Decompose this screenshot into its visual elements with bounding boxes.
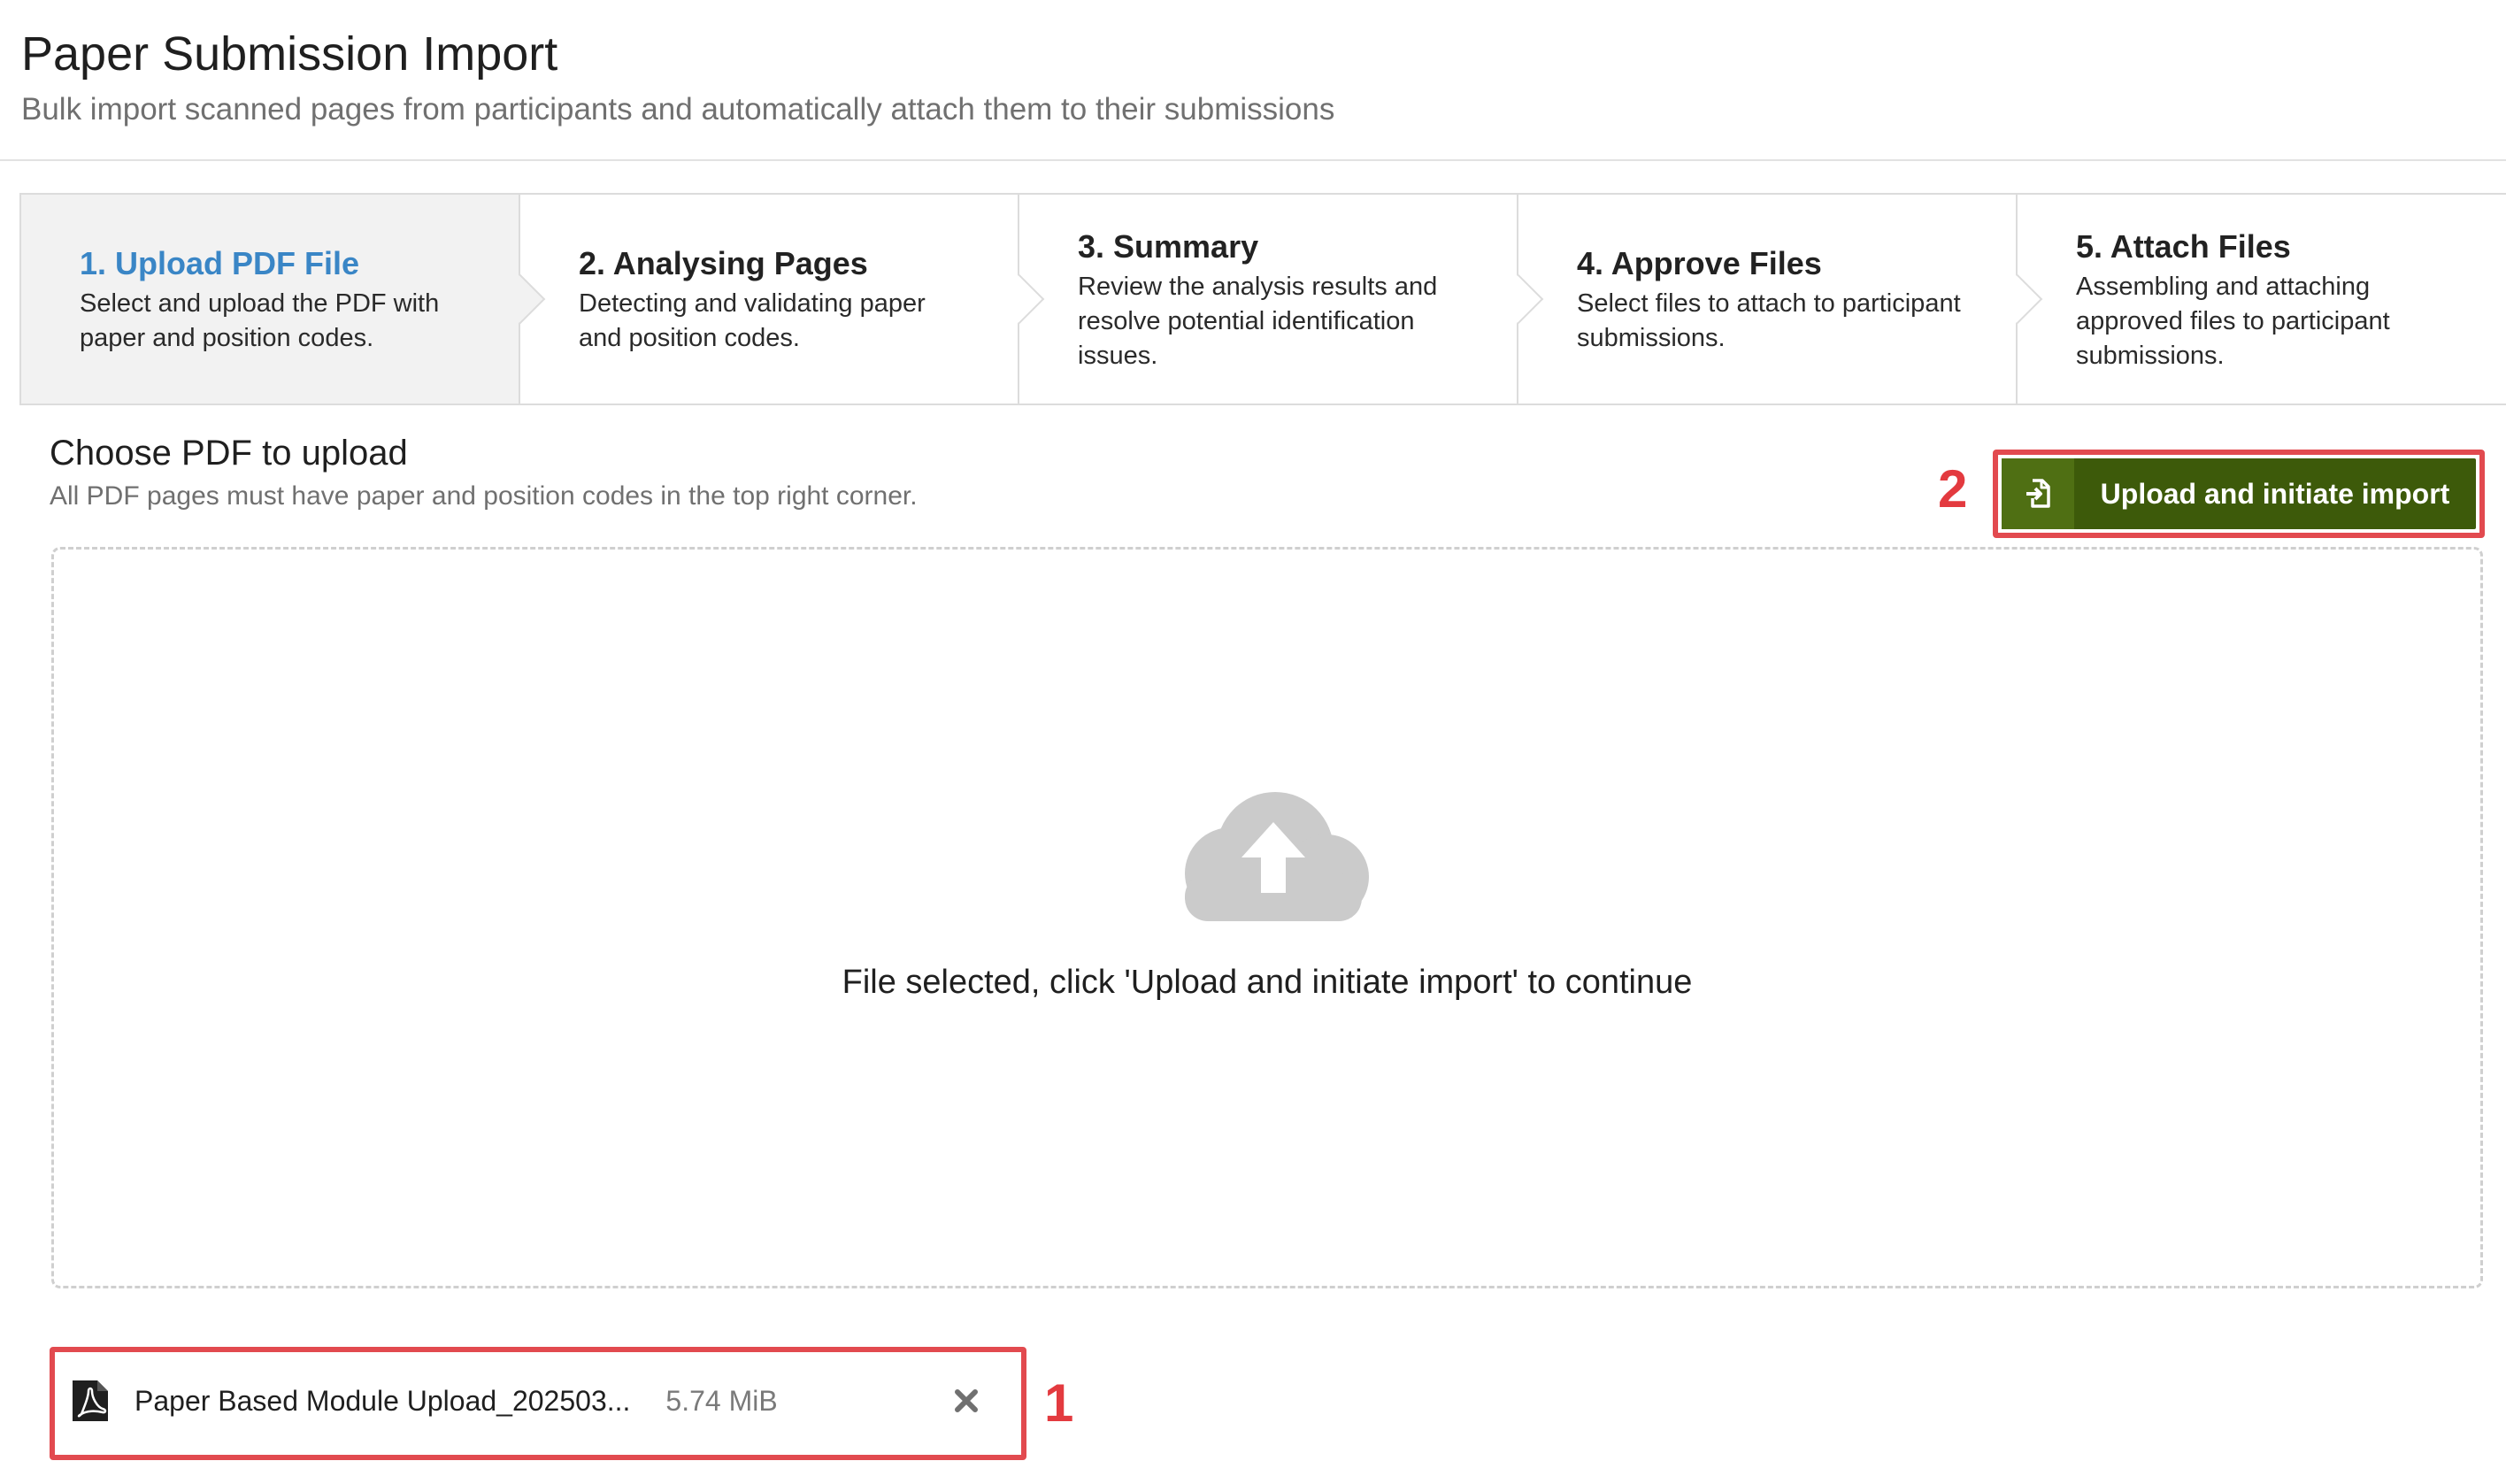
section-title: Choose PDF to upload bbox=[50, 434, 408, 473]
step-title: 2. Analysing Pages bbox=[579, 245, 868, 281]
page-title: Paper Submission Import bbox=[21, 27, 558, 81]
annotation-marker-2: 2 bbox=[1938, 459, 1968, 519]
cloud-upload-icon bbox=[1185, 792, 1369, 921]
upload-button-label: Upload and initiate import bbox=[2100, 477, 2450, 510]
file-size: 5.74 MiB bbox=[665, 1384, 778, 1417]
selected-file-item: Paper Based Module Upload_202503... 5.74… bbox=[62, 1351, 1012, 1450]
step-description: Select and upload the PDF with paper and… bbox=[80, 289, 440, 352]
step-title: 1. Upload PDF File bbox=[80, 245, 360, 281]
file-dropzone[interactable]: File selected, click 'Upload and initiat… bbox=[51, 547, 2483, 1288]
annotation-marker-1: 1 bbox=[1044, 1373, 1074, 1433]
wizard-step-analysing: 2. Analysing Pages Detecting and validat… bbox=[520, 195, 1045, 404]
import-wizard-steps: 1. Upload PDF File Select and upload the… bbox=[19, 193, 2506, 405]
wizard-step-approve: 4. Approve Files Select files to attach … bbox=[1518, 195, 2043, 404]
step-title: 5. Attach Files bbox=[2076, 227, 2291, 265]
close-icon[interactable] bbox=[942, 1376, 991, 1426]
wizard-step-attach: 5. Attach Files Assembling and attaching… bbox=[2018, 195, 2506, 404]
step-title: 3. Summary bbox=[1078, 227, 1259, 265]
file-name: Paper Based Module Upload_202503... bbox=[135, 1384, 631, 1417]
step-description: Select files to attach to participant su… bbox=[1577, 289, 1961, 352]
page-subtitle: Bulk import scanned pages from participa… bbox=[21, 92, 1335, 127]
page-header: Paper Submission Import Bulk import scan… bbox=[0, 0, 2506, 161]
wizard-step-summary: 3. Summary Review the analysis results a… bbox=[1019, 195, 1544, 404]
section-subtitle: All PDF pages must have paper and positi… bbox=[50, 481, 918, 511]
step-title: 4. Approve Files bbox=[1577, 245, 1822, 281]
wizard-step-upload: 1. Upload PDF File Select and upload the… bbox=[21, 195, 546, 404]
step-description: Detecting and validating paper and posit… bbox=[579, 289, 926, 352]
step-description: Review the analysis results and resolve … bbox=[1078, 272, 1438, 370]
file-import-icon bbox=[2002, 458, 2074, 529]
pdf-file-icon bbox=[73, 1380, 108, 1421]
step-description: Assembling and attaching approved files … bbox=[2076, 272, 2390, 370]
upload-and-initiate-import-button[interactable]: Upload and initiate import bbox=[2002, 458, 2476, 529]
dropzone-message: File selected, click 'Upload and initiat… bbox=[842, 964, 1693, 1001]
